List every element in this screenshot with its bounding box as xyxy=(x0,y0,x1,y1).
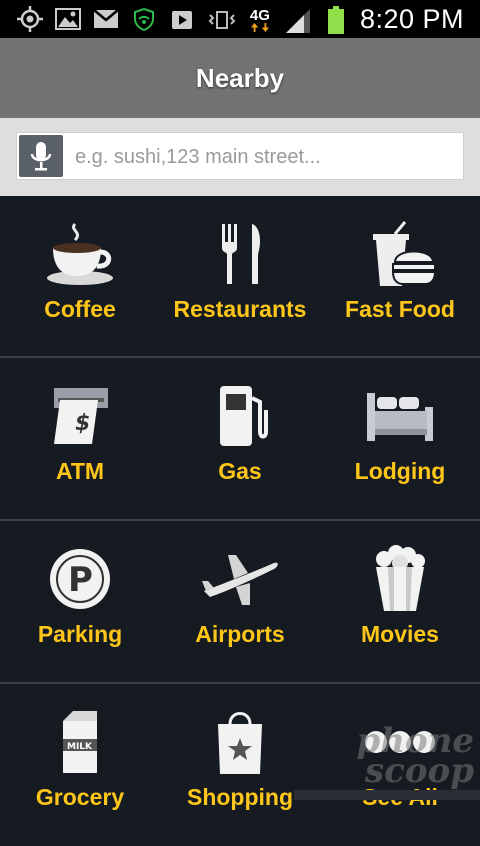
search-input[interactable] xyxy=(73,133,457,181)
play-store-icon xyxy=(168,7,196,31)
category-restaurants[interactable]: Restaurants xyxy=(160,196,320,358)
category-row: Coffee Restaurants Fast Food xyxy=(0,196,480,358)
coffee-cup-icon xyxy=(40,218,120,290)
parking-icon: P xyxy=(40,543,120,615)
bed-icon xyxy=(360,380,440,452)
category-parking[interactable]: P Parking xyxy=(0,521,160,683)
shopping-bag-icon xyxy=(200,706,280,778)
page-title: Nearby xyxy=(195,62,285,93)
category-label: Airports xyxy=(195,621,285,647)
category-airports[interactable]: Airports xyxy=(160,521,320,683)
watermark: phone scoop xyxy=(356,721,474,791)
category-label: ATM xyxy=(55,458,105,484)
gas-pump-icon xyxy=(200,380,280,452)
category-row: P Parking Airports Movies xyxy=(0,521,480,683)
gmail-icon xyxy=(92,7,120,31)
svg-text:MILK: MILK xyxy=(67,742,93,752)
category-grid: Coffee Restaurants Fast Food $ ATM Gas L… xyxy=(0,196,480,810)
airplane-icon xyxy=(200,543,280,615)
category-label: Gas xyxy=(218,458,262,484)
gallery-icon xyxy=(54,7,82,31)
category-label: Restaurants xyxy=(173,296,307,322)
microphone-icon xyxy=(30,142,52,171)
milk-carton-icon: MILK xyxy=(40,706,120,778)
category-label: Movies xyxy=(361,621,439,647)
category-label: Fast Food xyxy=(345,296,455,322)
category-lodging[interactable]: Lodging xyxy=(320,358,480,520)
network-4g-icon: 4G xyxy=(246,8,274,32)
voice-search-button[interactable] xyxy=(19,135,63,177)
atm-icon: $ xyxy=(40,380,120,452)
category-movies[interactable]: Movies xyxy=(320,521,480,683)
category-label: Coffee xyxy=(44,296,116,322)
watermark-bar xyxy=(294,790,480,800)
category-atm[interactable]: $ ATM xyxy=(0,358,160,520)
status-bar: 4G 8:20 PM xyxy=(0,0,480,38)
category-label: Parking xyxy=(37,621,123,647)
category-label: Lodging xyxy=(354,458,446,484)
category-fast-food[interactable]: Fast Food xyxy=(320,196,480,358)
category-gas[interactable]: Gas xyxy=(160,358,320,520)
search-box xyxy=(16,132,464,181)
fast-food-icon xyxy=(360,218,440,290)
svg-text:$: $ xyxy=(75,411,90,436)
svg-text:P: P xyxy=(68,560,93,600)
category-row: $ ATM Gas Lodging xyxy=(0,358,480,520)
category-coffee[interactable]: Coffee xyxy=(0,196,160,358)
battery-icon xyxy=(322,5,350,34)
gps-icon xyxy=(16,6,44,32)
fork-knife-icon xyxy=(200,218,280,290)
category-label: Grocery xyxy=(35,784,125,810)
wifi-shield-icon xyxy=(130,7,158,31)
search-bar xyxy=(0,118,480,196)
signal-icon xyxy=(284,8,312,33)
category-shopping[interactable]: Shopping xyxy=(160,684,320,846)
title-bar: Nearby xyxy=(0,38,480,118)
popcorn-icon xyxy=(360,543,440,615)
status-clock: 8:20 PM xyxy=(359,4,464,34)
category-grocery[interactable]: MILK Grocery xyxy=(0,684,160,846)
vibrate-icon xyxy=(208,8,236,32)
